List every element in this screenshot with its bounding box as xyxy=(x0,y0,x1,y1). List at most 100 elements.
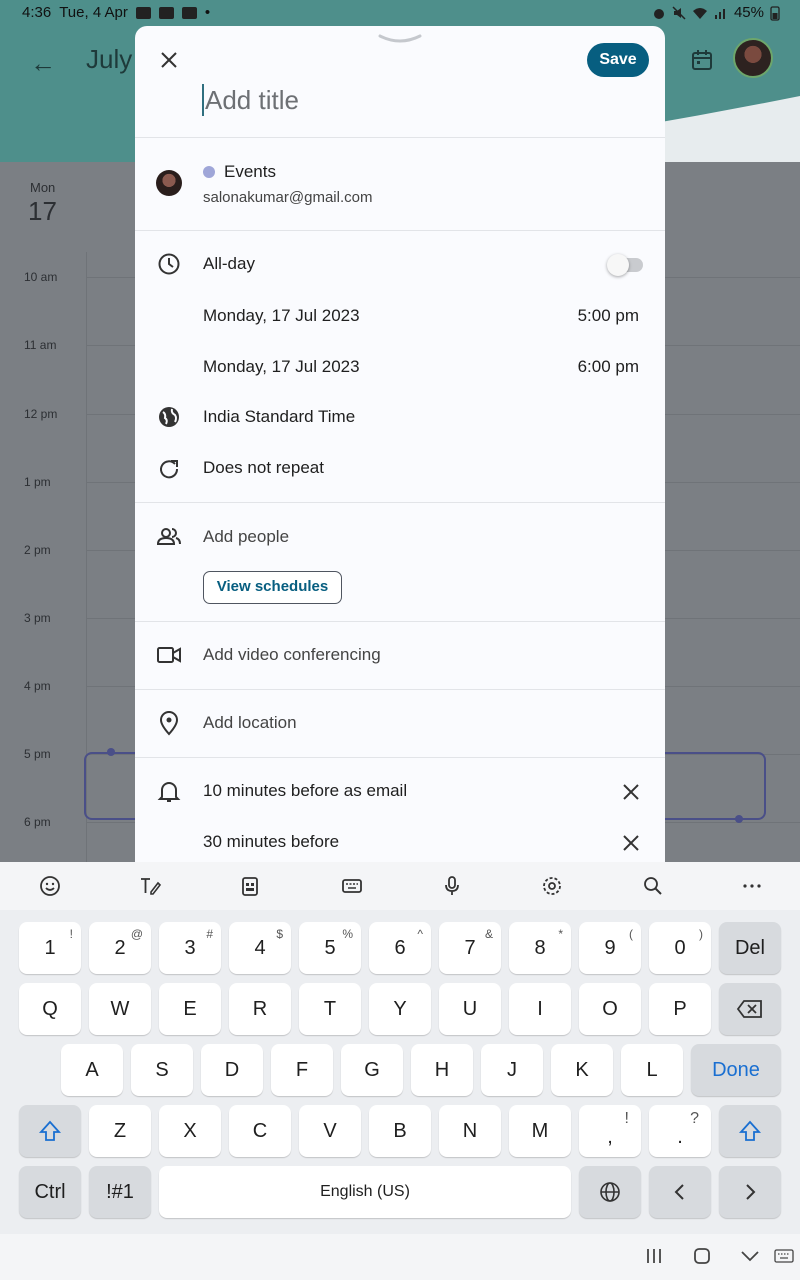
profile-avatar[interactable] xyxy=(733,38,773,78)
key-main: . xyxy=(677,1126,683,1148)
all-day-toggle[interactable] xyxy=(607,254,643,276)
key-0[interactable]: 0) xyxy=(649,922,711,974)
done-key[interactable]: Done xyxy=(691,1044,781,1096)
cursor-right-key[interactable] xyxy=(719,1166,781,1218)
cursor-left-key[interactable] xyxy=(649,1166,711,1218)
key-9[interactable]: 9( xyxy=(579,922,641,974)
key-sup: ! xyxy=(624,1110,629,1127)
remove-notification-2-icon[interactable] xyxy=(621,833,641,853)
hide-keyboard-icon[interactable] xyxy=(739,1246,761,1266)
event-resize-handle-bottom[interactable] xyxy=(735,815,743,823)
notification-2[interactable]: 30 minutes before xyxy=(203,832,339,852)
account-email[interactable]: salonakumar@gmail.com xyxy=(203,189,372,206)
calendar-name[interactable]: Events xyxy=(224,162,276,182)
key-4[interactable]: 4 $ xyxy=(229,922,291,974)
month-title[interactable]: July xyxy=(86,44,132,75)
key-j[interactable]: J xyxy=(481,1044,543,1096)
key-r[interactable]: R xyxy=(229,983,291,1035)
key-7[interactable]: 7 & xyxy=(439,922,501,974)
key-i[interactable]: I xyxy=(509,983,571,1035)
add-people[interactable]: Add people xyxy=(203,527,289,547)
back-arrow-icon[interactable]: ← xyxy=(30,48,56,79)
language-key[interactable] xyxy=(579,1166,641,1218)
shift-key-left[interactable] xyxy=(19,1105,81,1157)
symbols-key[interactable]: !#1 xyxy=(89,1166,151,1218)
divider xyxy=(135,689,665,690)
key-1[interactable]: 1! xyxy=(19,922,81,974)
key-d[interactable]: D xyxy=(201,1044,263,1096)
start-time[interactable]: 5:00 pm xyxy=(578,306,639,326)
ctrl-key[interactable]: Ctrl xyxy=(19,1166,81,1218)
emoji-icon[interactable] xyxy=(38,874,62,898)
hour-label: 2 pm xyxy=(24,543,51,557)
close-icon[interactable] xyxy=(157,48,181,72)
timezone[interactable]: India Standard Time xyxy=(203,407,355,427)
add-location[interactable]: Add location xyxy=(203,713,297,733)
start-date[interactable]: Monday, 17 Jul 2023 xyxy=(203,306,360,326)
divider xyxy=(135,137,665,138)
signal-icon xyxy=(714,8,725,19)
key-v[interactable]: V xyxy=(299,1105,361,1157)
home-icon[interactable] xyxy=(692,1246,712,1266)
key-2[interactable]: 2 @ xyxy=(89,922,151,974)
end-time[interactable]: 6:00 pm xyxy=(578,357,639,377)
drag-handle-icon[interactable] xyxy=(378,34,422,44)
key-comma[interactable]: ,! xyxy=(579,1105,641,1157)
key-z[interactable]: Z xyxy=(89,1105,151,1157)
key-b[interactable]: B xyxy=(369,1105,431,1157)
search-icon[interactable] xyxy=(641,874,665,898)
more-notifications-icon: • xyxy=(204,4,211,21)
settings-gear-icon[interactable] xyxy=(540,874,564,898)
key-x[interactable]: X xyxy=(159,1105,221,1157)
key-8[interactable]: 8 * xyxy=(509,922,571,974)
key-6[interactable]: 6 ^ xyxy=(369,922,431,974)
battery-percent: 45% xyxy=(733,4,764,21)
key-m[interactable]: M xyxy=(509,1105,571,1157)
save-button[interactable]: Save xyxy=(587,43,649,77)
key-y[interactable]: Y xyxy=(369,983,431,1035)
key-o[interactable]: O xyxy=(579,983,641,1035)
key-e[interactable]: E xyxy=(159,983,221,1035)
people-icon xyxy=(156,528,181,545)
key-t[interactable]: T xyxy=(299,983,361,1035)
shift-key-right[interactable] xyxy=(719,1105,781,1157)
end-date[interactable]: Monday, 17 Jul 2023 xyxy=(203,357,360,377)
handwriting-icon[interactable] xyxy=(138,874,162,898)
key-u[interactable]: U xyxy=(439,983,501,1035)
hour-label: 1 pm xyxy=(24,475,51,489)
key-q[interactable]: Q xyxy=(19,983,81,1035)
youtube-notification-icon-2 xyxy=(181,6,197,19)
keyboard-mode-icon[interactable] xyxy=(340,874,364,898)
add-video-conferencing[interactable]: Add video conferencing xyxy=(203,645,381,665)
backspace-key[interactable] xyxy=(719,983,781,1035)
key-5[interactable]: 5% xyxy=(299,922,361,974)
keyboard-icon[interactable] xyxy=(774,1248,794,1264)
key-c[interactable]: C xyxy=(229,1105,291,1157)
microphone-icon[interactable] xyxy=(440,874,464,898)
view-schedules-button[interactable]: View schedules xyxy=(203,571,342,604)
recent-apps-icon[interactable] xyxy=(644,1246,664,1266)
repeat-option[interactable]: Does not repeat xyxy=(203,458,324,478)
key-s[interactable]: S xyxy=(131,1044,193,1096)
notification-1[interactable]: 10 minutes before as email xyxy=(203,781,407,801)
remove-notification-1-icon[interactable] xyxy=(621,782,641,802)
key-n[interactable]: N xyxy=(439,1105,501,1157)
day-number[interactable]: 17 xyxy=(28,196,57,227)
key-p[interactable]: P xyxy=(649,983,711,1035)
key-h[interactable]: H xyxy=(411,1044,473,1096)
key-a[interactable]: A xyxy=(61,1044,123,1096)
key-period[interactable]: .? xyxy=(649,1105,711,1157)
key-l[interactable]: L xyxy=(621,1044,683,1096)
more-options-icon[interactable] xyxy=(740,874,764,898)
key-g[interactable]: G xyxy=(341,1044,403,1096)
key-w[interactable]: W xyxy=(89,983,151,1035)
delete-key[interactable]: Del xyxy=(719,922,781,974)
key-k[interactable]: K xyxy=(551,1044,613,1096)
calendar-today-icon[interactable] xyxy=(690,48,714,72)
space-key[interactable]: English (US) xyxy=(159,1166,571,1218)
key-3[interactable]: 3 # xyxy=(159,922,221,974)
clipboard-icon[interactable] xyxy=(238,874,262,898)
title-input[interactable]: Add title xyxy=(202,84,299,116)
key-f[interactable]: F xyxy=(271,1044,333,1096)
event-resize-handle-top[interactable] xyxy=(107,748,115,756)
